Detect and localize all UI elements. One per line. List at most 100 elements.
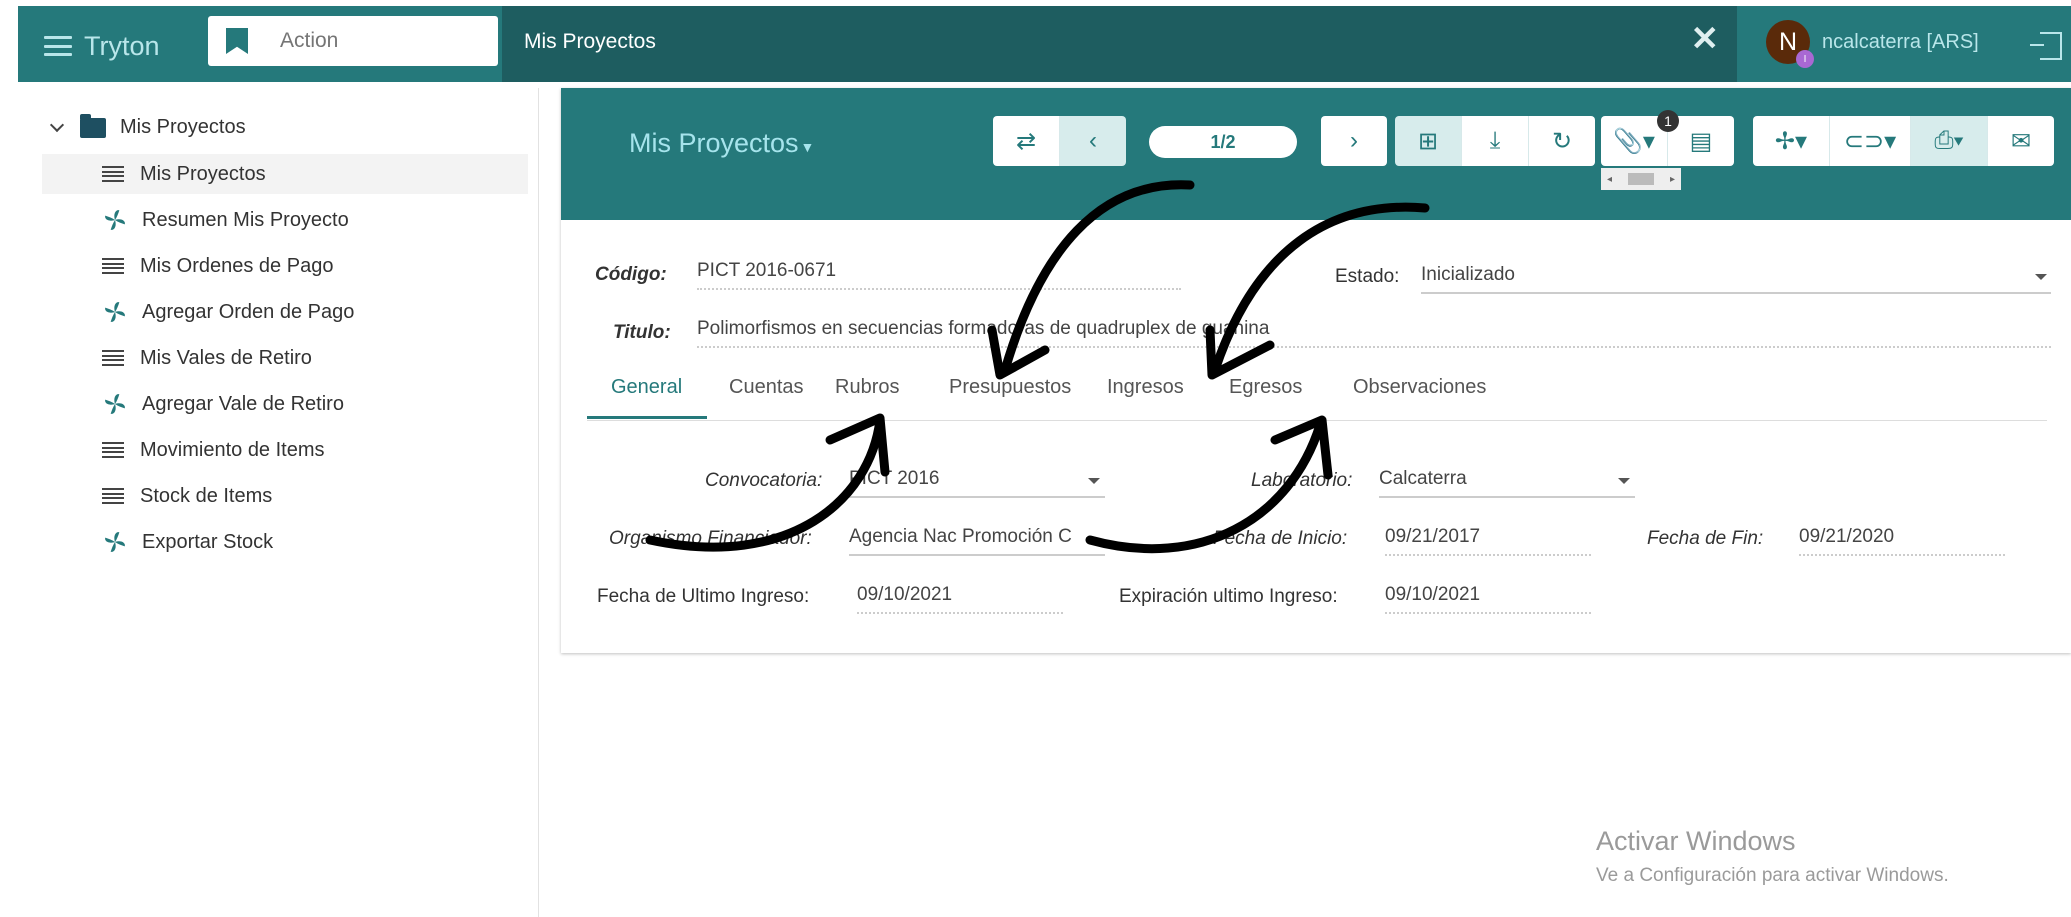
sidebar-root-mis-proyectos[interactable]: Mis Proyectos (49, 113, 246, 139)
sidebar-item-label: Agregar Orden de Pago (142, 300, 355, 323)
close-tab-icon[interactable]: ✕ (1691, 22, 1720, 56)
estado-select[interactable]: Inicializado (1421, 264, 2051, 294)
wizard-icon (105, 210, 125, 230)
titulo-label: Titulo: (613, 322, 671, 343)
list-icon (102, 258, 124, 274)
sidebar-item-mis-proyectos[interactable]: Mis Proyectos (42, 154, 528, 194)
next-group: › (1321, 116, 1387, 166)
fecha-inicio-field[interactable]: 09/21/2017 (1385, 526, 1591, 556)
record-actions-group: ⊞ ⤓ ↻ (1395, 116, 1595, 166)
action-search[interactable] (208, 16, 498, 66)
avatar[interactable]: N I (1766, 20, 1814, 68)
record-position: 1/2 (1149, 126, 1297, 158)
sidebar-item-stock-de-items[interactable]: Stock de Items (102, 476, 272, 516)
tab-rubros[interactable]: Rubros (835, 376, 899, 399)
form-panel: Mis Proyectos ▼ ⇄ ‹ 1/2 › ⊞ ⤓ ↻ 📎▾ ▤ 1 ◂ … (561, 88, 2071, 653)
previous-record-button[interactable]: ‹ (1060, 116, 1126, 166)
sidebar-item-label: Mis Ordenes de Pago (140, 254, 334, 277)
sidebar-item-mis-ordenes-de-pago[interactable]: Mis Ordenes de Pago (102, 246, 333, 286)
fecha-fin-label: Fecha de Fin: (1647, 528, 1764, 549)
form-title: Mis Proyectos (629, 128, 799, 158)
sidebar-item-resumen-mis-proyecto[interactable]: Resumen Mis Proyecto (102, 200, 349, 240)
scroll-left-icon[interactable]: ◂ (1607, 174, 1612, 185)
codigo-field[interactable]: PICT 2016-0671 (697, 260, 1181, 290)
reload-button[interactable]: ↻ (1529, 116, 1595, 166)
tab-mis-proyectos[interactable]: Mis Proyectos (524, 30, 656, 54)
user-name[interactable]: ncalcaterra [ARS] (1822, 31, 1979, 54)
folder-icon (80, 113, 106, 138)
list-icon (102, 166, 124, 182)
chevron-left-icon: ‹ (1089, 127, 1097, 154)
laboratorio-label: Laboratorio: (1251, 470, 1353, 491)
scroll-thumb[interactable] (1628, 173, 1654, 185)
comment-icon: ▤ (1689, 127, 1713, 155)
next-record-button[interactable]: › (1321, 116, 1387, 166)
convocatoria-label: Convocatoria: (705, 470, 823, 491)
convocatoria-select[interactable]: PICT 2016 (849, 468, 1105, 498)
top-bar: Tryton Mis Proyectos ✕ N I ncalcaterra [… (18, 6, 2071, 82)
windows-watermark-title: Activar Windows (1596, 826, 1796, 856)
sidebar-item-movimiento-de-items[interactable]: Movimiento de Items (102, 430, 325, 470)
tab-general[interactable]: General (611, 376, 682, 399)
bookmark-icon[interactable] (226, 28, 248, 54)
tab-ingresos[interactable]: Ingresos (1107, 376, 1184, 399)
list-icon (102, 350, 124, 366)
sidebar-item-agregar-orden-de-pago[interactable]: Agregar Orden de Pago (102, 292, 354, 332)
print-button[interactable]: ⎙▾ (1911, 116, 1988, 166)
wizard-icon (105, 532, 125, 552)
tab-bar: Mis Proyectos ✕ (502, 6, 1737, 82)
windows-watermark-subtitle: Ve a Configuración para activar Windows. (1596, 865, 1949, 886)
email-button[interactable]: ✉ (1988, 116, 2054, 166)
tab-cuentas[interactable]: Cuentas (729, 376, 804, 399)
codigo-label: Código: (595, 264, 667, 285)
sidebar: Mis Proyectos Mis Proyectos Resumen Mis P… (18, 88, 539, 917)
toolbar-scrollbar[interactable]: ◂ ▸ (1601, 168, 1681, 190)
new-record-button[interactable]: ⊞ (1395, 116, 1462, 166)
tab-presupuestos[interactable]: Presupuestos (949, 376, 1071, 399)
ultimo-ingreso-field[interactable]: 09/10/2021 (857, 584, 1063, 614)
tab-egresos[interactable]: Egresos (1229, 376, 1302, 399)
form-toolbar: Mis Proyectos ▼ ⇄ ‹ 1/2 › ⊞ ⤓ ↻ 📎▾ ▤ 1 ◂ … (561, 88, 2071, 220)
app-brand: Tryton (84, 30, 160, 61)
sidebar-item-label: Mis Proyectos (140, 162, 266, 185)
form-title-menu[interactable]: Mis Proyectos ▼ (629, 128, 814, 159)
user-menu[interactable]: N I ncalcaterra [ARS] (1766, 20, 1979, 68)
sidebar-item-exportar-stock[interactable]: Exportar Stock (102, 522, 273, 562)
relate-button[interactable]: ⊂⊃▾ (1830, 116, 1911, 166)
caret-down-icon: ▼ (800, 139, 815, 155)
form-tabs: General Cuentas Rubros Presupuestos Ingr… (587, 376, 2047, 421)
company-badge: I (1796, 50, 1814, 68)
printer-icon: ⎙▾ (1934, 127, 1964, 154)
avatar-initial: N (1778, 27, 1798, 56)
estado-label: Estado: (1335, 266, 1400, 287)
sidebar-item-label: Agregar Vale de Retiro (142, 392, 344, 415)
expiracion-field[interactable]: 09/10/2021 (1385, 584, 1591, 614)
scroll-right-icon[interactable]: ▸ (1670, 174, 1675, 185)
laboratorio-dropdown-icon[interactable] (1618, 478, 1630, 484)
wizard-icon: ✢▾ (1774, 127, 1808, 155)
estado-dropdown-icon[interactable] (2035, 274, 2047, 280)
action-input[interactable] (278, 28, 482, 54)
fecha-inicio-label: Fecha de Inicio: (1213, 528, 1348, 549)
save-record-button[interactable]: ⤓ (1462, 116, 1529, 166)
app-menu-button[interactable]: Tryton (44, 28, 160, 64)
sidebar-item-label: Resumen Mis Proyecto (142, 208, 349, 231)
logout-icon[interactable] (2030, 32, 2062, 60)
sidebar-root-label: Mis Proyectos (120, 116, 246, 138)
chevron-right-icon: › (1350, 127, 1358, 154)
tab-observaciones[interactable]: Observaciones (1353, 376, 1486, 399)
organismo-select[interactable]: Agencia Nac Promoción C (849, 526, 1105, 556)
chevron-down-icon[interactable] (49, 117, 65, 132)
fecha-fin-field[interactable]: 09/21/2020 (1799, 526, 2005, 556)
action-group: ✢▾ ⊂⊃▾ ⎙▾ ✉ (1753, 116, 2054, 166)
hamburger-icon (44, 36, 72, 56)
action-wizard-button[interactable]: ✢▾ (1753, 116, 1830, 166)
switch-view-button[interactable]: ⇄ (993, 116, 1060, 166)
paperclip-icon: 📎▾ (1613, 127, 1655, 155)
sidebar-item-agregar-vale-de-retiro[interactable]: Agregar Vale de Retiro (102, 384, 344, 424)
laboratorio-select[interactable]: Calcaterra (1379, 468, 1635, 498)
convocatoria-dropdown-icon[interactable] (1088, 478, 1100, 484)
sidebar-item-label: Movimiento de Items (140, 438, 325, 461)
titulo-field[interactable]: Polimorfismos en secuencias formadoras d… (697, 318, 2051, 348)
sidebar-item-mis-vales-de-retiro[interactable]: Mis Vales de Retiro (102, 338, 312, 378)
